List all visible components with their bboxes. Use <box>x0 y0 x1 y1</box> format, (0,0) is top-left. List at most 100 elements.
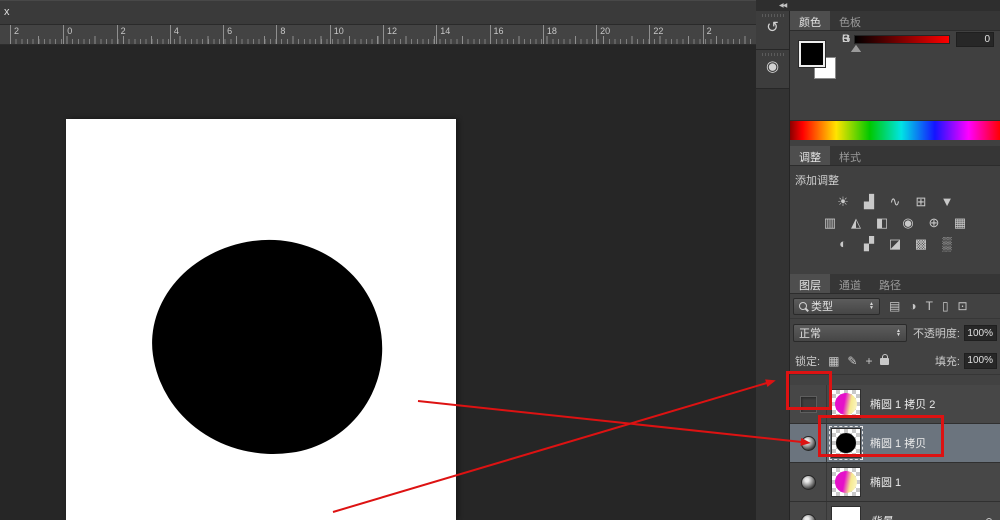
channel-mixer-icon[interactable]: ⊕ <box>925 215 944 230</box>
layer-name[interactable]: 椭圆 1 拷贝 2 <box>870 396 935 412</box>
eye-icon[interactable] <box>801 475 816 490</box>
color-balance-icon[interactable]: ◭ <box>847 215 866 230</box>
ruler-number: 2 <box>117 25 170 44</box>
opacity-value-field[interactable]: 100% <box>964 325 997 341</box>
color-panel: 颜色 色板 R 0 G 0 B 0 <box>790 11 1000 145</box>
foreground-color-swatch[interactable] <box>799 41 825 67</box>
layer-thumbnail[interactable] <box>831 389 861 419</box>
tab-adjustments[interactable]: 调整 <box>790 146 830 165</box>
adjustments-panel-tabs: 调整 样式 <box>790 146 1000 166</box>
filter-shape-layers-icon[interactable]: ▯ <box>942 299 949 313</box>
color-spectrum-ramp[interactable] <box>790 120 1000 140</box>
color-lookup-icon[interactable]: ▦ <box>951 215 970 230</box>
layer-thumbnail[interactable] <box>831 428 861 458</box>
visibility-toggle[interactable] <box>790 424 827 462</box>
right-panel-column: 颜色 色板 R 0 G 0 B 0 <box>790 11 1000 520</box>
tab-swatches[interactable]: 色板 <box>830 11 870 30</box>
visibility-toggle[interactable] <box>790 502 827 520</box>
ruler-number: 22 <box>649 25 702 44</box>
lock-move-icon[interactable]: + <box>865 354 872 368</box>
lock-label: 锁定: <box>795 353 820 369</box>
tab-paths[interactable]: 路径 <box>870 274 910 293</box>
filter-adjustment-layers-icon[interactable]: ◑ <box>909 299 916 313</box>
curves-icon[interactable]: ∿ <box>886 194 905 209</box>
layer-filter-row: 类型 ▲▼ ▤ ◑ T ▯ ⊡ <box>790 294 1000 319</box>
adjustments-panel: 调整 样式 添加调整 ☀ ▟ ∿ ⊞ ▼ ▥ ◭ ◧ ◉ ⊕ ▦ ◐ ▞ ◪ ▩ ▒ <box>790 146 1000 274</box>
selective-color-icon[interactable]: ▩ <box>912 236 931 251</box>
layer-name[interactable]: 椭圆 1 拷贝 <box>870 435 926 451</box>
layer-lock-icon <box>984 516 993 520</box>
photo-filter-icon[interactable]: ◉ <box>899 215 918 230</box>
black-ellipse-shape <box>139 225 396 470</box>
filter-type-layers-icon[interactable]: T <box>926 299 933 313</box>
updown-arrows-icon: ▲▼ <box>869 302 874 310</box>
fill-value-field[interactable]: 100% <box>964 353 997 369</box>
posterize-icon[interactable]: ▞ <box>860 236 879 251</box>
ruler-number: 2 <box>10 25 63 44</box>
layer-list: 椭圆 1 拷贝 2 椭圆 1 拷贝 椭圆 1 <box>790 385 1000 520</box>
layer-row-ellipse-1[interactable]: 椭圆 1 <box>790 463 1000 502</box>
visibility-toggle[interactable] <box>790 385 827 423</box>
layer-name[interactable]: 背景 <box>870 513 892 520</box>
ruler-number: 6 <box>223 25 276 44</box>
document-canvas[interactable] <box>66 119 456 520</box>
lock-all-icon[interactable] <box>880 354 889 368</box>
exposure-icon[interactable]: ⊞ <box>912 194 931 209</box>
visibility-toggle[interactable] <box>790 463 827 501</box>
history-panel-icon[interactable]: ↺ <box>756 11 789 50</box>
tab-channels[interactable]: 通道 <box>830 274 870 293</box>
blend-mode-value: 正常 <box>799 325 821 341</box>
slider-thumb-icon[interactable] <box>851 45 861 52</box>
ruler-number: 18 <box>543 25 596 44</box>
add-adjustment-label: 添加调整 <box>790 166 1000 188</box>
collapsed-panel-dock: ↺ ◉ <box>756 11 790 520</box>
layer-row-background[interactable]: 背景 <box>790 502 1000 520</box>
hue-saturation-icon[interactable]: ▥ <box>821 215 840 230</box>
channel-value-field[interactable]: 0 <box>956 32 994 47</box>
layer-row-ellipse-1-copy-2[interactable]: 椭圆 1 拷贝 2 <box>790 385 1000 424</box>
levels-icon[interactable]: ▟ <box>860 194 879 209</box>
blend-mode-row: 正常 ▲▼ 不透明度: 100% <box>790 319 1000 347</box>
document-tab-close-button[interactable]: x <box>4 7 10 18</box>
invert-icon[interactable]: ◐ <box>834 236 853 251</box>
ruler-number: 4 <box>170 25 223 44</box>
panel-grip <box>762 14 784 17</box>
lock-transparency-icon[interactable]: ▦ <box>828 354 839 368</box>
layer-name[interactable]: 椭圆 1 <box>870 474 901 490</box>
filter-pixel-layers-icon[interactable]: ▤ <box>889 299 900 313</box>
kind-label: 类型 <box>811 298 833 314</box>
layer-thumbnail[interactable] <box>831 467 861 497</box>
brightness-contrast-icon[interactable]: ☀ <box>834 194 853 209</box>
filter-smart-objects-icon[interactable]: ⊡ <box>958 299 968 313</box>
ruler-number: 10 <box>330 25 383 44</box>
lock-options-row: 锁定: ▦ ✎ + 填充: 100% <box>790 347 1000 375</box>
vibrance-icon[interactable]: ▼ <box>938 194 957 209</box>
blend-mode-dropdown[interactable]: 正常 ▲▼ <box>793 324 907 342</box>
tab-color[interactable]: 颜色 <box>790 11 830 30</box>
panel-collapse-bar: ◀◀ <box>756 0 1000 11</box>
layer-row-ellipse-1-copy[interactable]: 椭圆 1 拷贝 <box>790 424 1000 463</box>
collapse-panels-icon[interactable]: ◀◀ <box>779 2 786 9</box>
tab-layers[interactable]: 图层 <box>790 274 830 293</box>
panel-grip <box>762 53 784 56</box>
canvas-pasteboard[interactable] <box>0 45 756 520</box>
layer-thumbnail[interactable] <box>831 506 861 520</box>
ruler-number: 16 <box>490 25 543 44</box>
fill-label: 填充: <box>935 353 960 369</box>
ruler-number: 20 <box>596 25 649 44</box>
layer-filter-kind-dropdown[interactable]: 类型 ▲▼ <box>793 298 880 315</box>
threshold-icon[interactable]: ◪ <box>886 236 905 251</box>
ruler-number: 12 <box>383 25 436 44</box>
lock-paint-icon[interactable]: ✎ <box>847 354 857 368</box>
eye-icon[interactable] <box>801 514 816 520</box>
black-white-icon[interactable]: ◧ <box>873 215 892 230</box>
opacity-label: 不透明度: <box>913 325 960 341</box>
layers-panel-tabs: 图层 通道 路径 <box>790 274 1000 294</box>
visibility-checkbox-empty[interactable] <box>800 396 817 413</box>
layers-panel: 图层 通道 路径 类型 ▲▼ ▤ ◑ T ▯ ⊡ 正常 <box>790 274 1000 520</box>
properties-panel-icon[interactable]: ◉ <box>756 50 789 89</box>
tab-styles[interactable]: 样式 <box>830 146 870 165</box>
gradient-map-icon[interactable]: ▒ <box>938 236 957 251</box>
eye-icon[interactable] <box>801 436 816 451</box>
channel-slider[interactable] <box>854 35 951 44</box>
